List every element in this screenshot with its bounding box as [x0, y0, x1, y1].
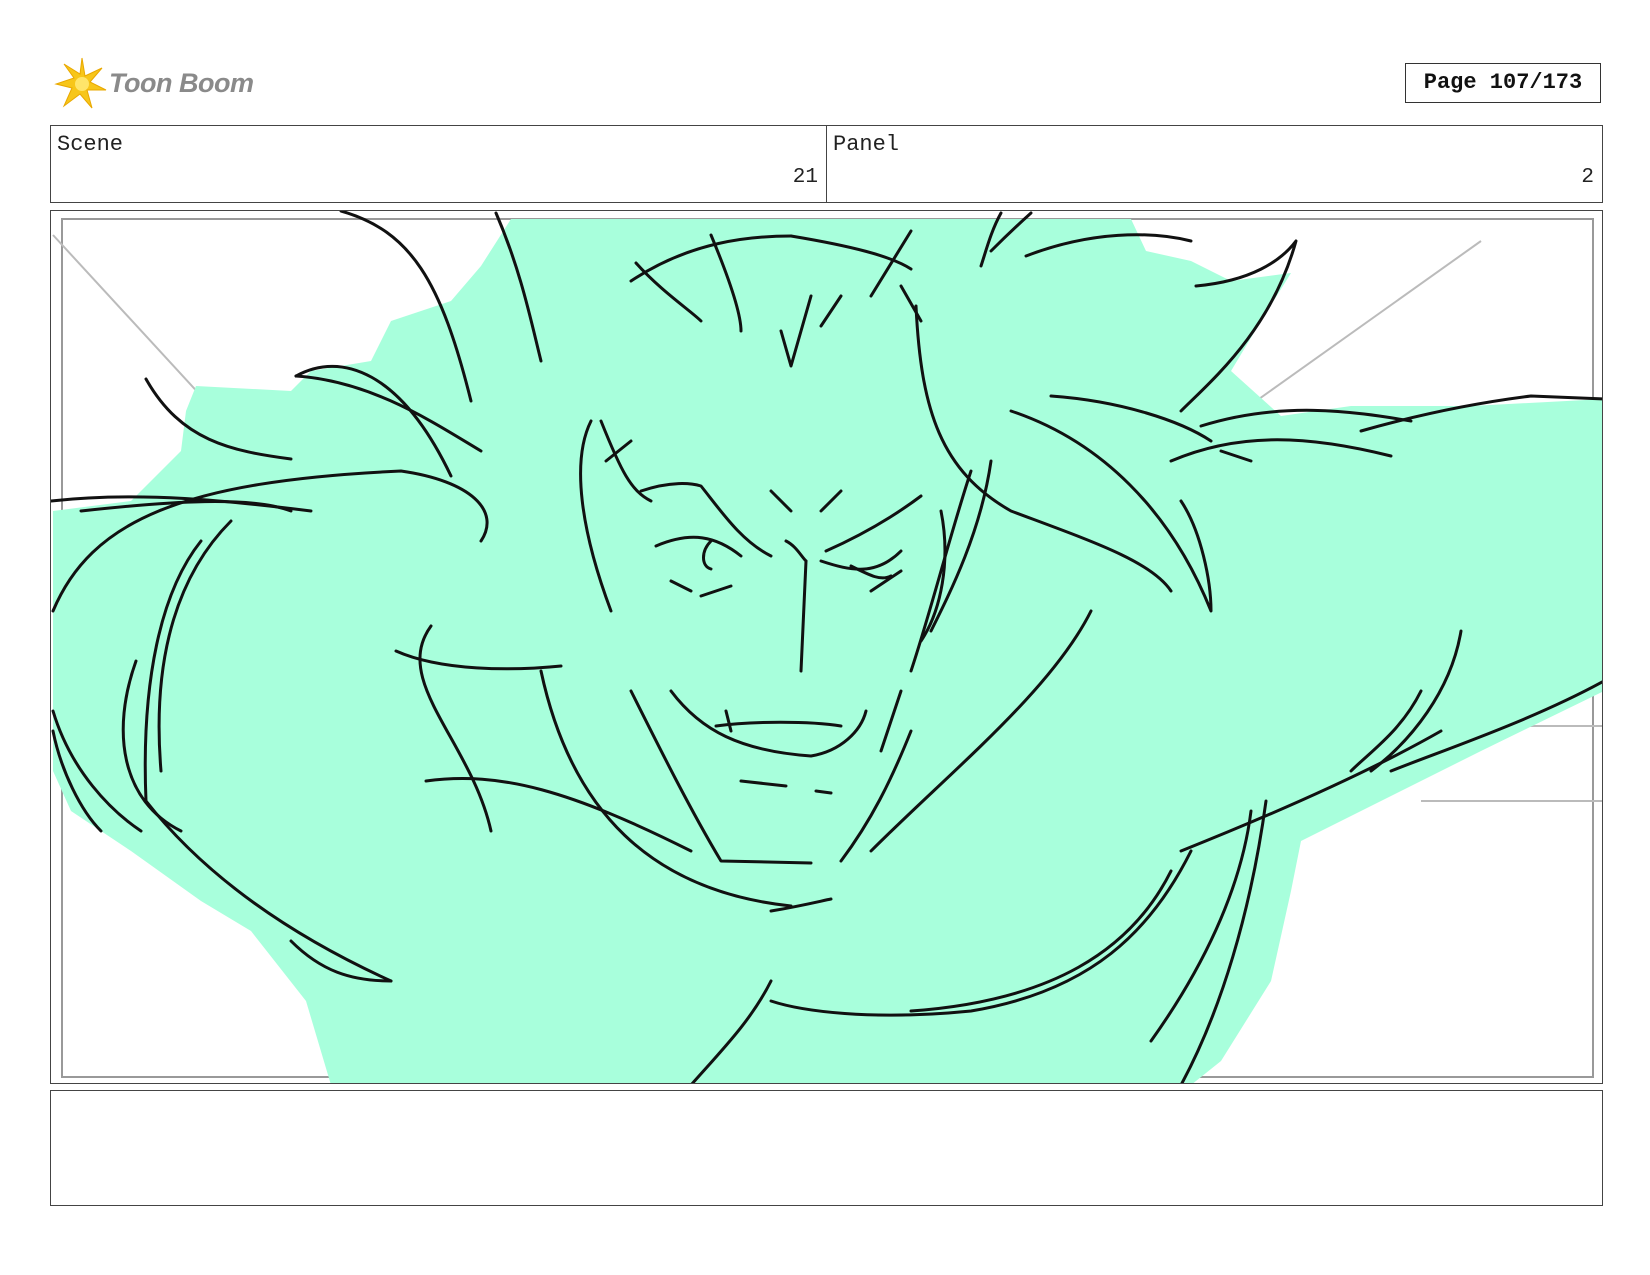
scene-cell: Scene 21 — [51, 126, 826, 202]
scene-label: Scene — [57, 132, 124, 157]
toon-boom-logo: Toon Boom — [54, 56, 314, 112]
panel-label: Panel — [833, 132, 900, 157]
info-row: Scene 21 Panel 2 — [50, 125, 1603, 203]
character-sketch — [51, 211, 1602, 1083]
panel-cell: Panel 2 — [826, 126, 1602, 202]
scene-value: 21 — [792, 166, 818, 189]
color-fill — [53, 219, 1602, 1083]
panel-value: 2 — [1581, 166, 1594, 189]
storyboard-panel — [50, 210, 1603, 1084]
logo-text: Toon Boom — [109, 68, 254, 98]
toon-boom-star-icon — [54, 57, 107, 109]
page-number: Page 107/173 — [1405, 63, 1601, 103]
notes-box — [50, 1090, 1603, 1206]
